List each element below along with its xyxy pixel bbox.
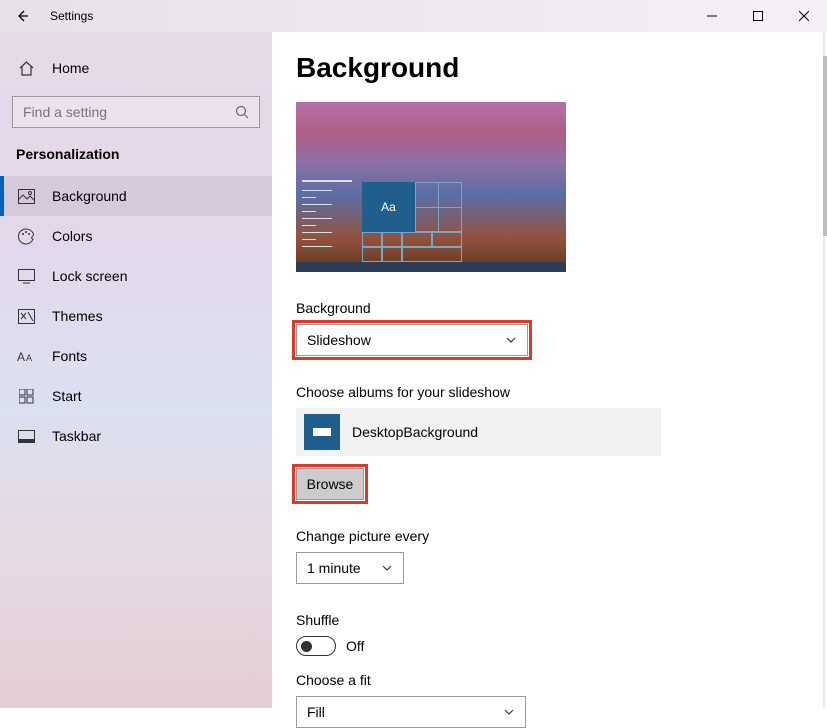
browse-button[interactable]: Browse <box>296 468 364 500</box>
sidebar-item-label: Fonts <box>52 348 87 364</box>
change-picture-value: 1 minute <box>307 560 361 576</box>
maximize-icon <box>753 11 763 21</box>
palette-icon <box>16 226 36 246</box>
album-name: DesktopBackground <box>352 424 478 440</box>
back-arrow-icon <box>15 9 29 23</box>
picture-icon <box>16 186 36 206</box>
back-button[interactable] <box>0 0 44 32</box>
sidebar-item-fonts[interactable]: AA Fonts <box>0 336 272 376</box>
themes-icon <box>16 306 36 326</box>
sidebar-item-label: Lock screen <box>52 268 127 284</box>
background-dropdown-label: Background <box>296 300 803 316</box>
chevron-down-icon <box>505 334 517 346</box>
minimize-button[interactable] <box>689 0 735 32</box>
lockscreen-icon <box>16 266 36 286</box>
sidebar-home[interactable]: Home <box>0 48 272 88</box>
sidebar-section-label: Personalization <box>0 146 272 176</box>
taskbar-icon <box>16 426 36 446</box>
background-preview: Aa <box>296 102 566 272</box>
sidebar-item-colors[interactable]: Colors <box>0 216 272 256</box>
page-title: Background <box>296 52 803 84</box>
album-item[interactable]: DesktopBackground <box>296 408 661 456</box>
maximize-button[interactable] <box>735 0 781 32</box>
shuffle-toggle[interactable] <box>296 636 336 656</box>
sidebar-item-lockscreen[interactable]: Lock screen <box>0 256 272 296</box>
sidebar-item-themes[interactable]: Themes <box>0 296 272 336</box>
sidebar-item-label: Start <box>52 388 82 404</box>
search-input[interactable] <box>23 104 235 120</box>
fit-dropdown[interactable]: Fill <box>296 696 526 728</box>
start-icon <box>16 386 36 406</box>
sidebar-home-label: Home <box>52 60 89 76</box>
search-box[interactable] <box>12 96 260 128</box>
search-icon <box>235 105 249 119</box>
scrollbar-thumb[interactable] <box>823 56 827 236</box>
sidebar-item-label: Themes <box>52 308 103 324</box>
minimize-icon <box>707 11 717 21</box>
fit-value: Fill <box>307 704 325 720</box>
fit-label: Choose a fit <box>296 672 803 688</box>
preview-tile-text: Aa <box>362 182 415 232</box>
window-title: Settings <box>50 9 93 23</box>
close-button[interactable] <box>781 0 827 32</box>
svg-text:A: A <box>17 350 25 363</box>
change-picture-label: Change picture every <box>296 528 803 544</box>
chevron-down-icon <box>381 562 393 574</box>
background-dropdown[interactable]: Slideshow <box>296 324 528 356</box>
sidebar-item-start[interactable]: Start <box>0 376 272 416</box>
shuffle-state: Off <box>346 638 364 654</box>
titlebar: Settings <box>0 0 827 32</box>
sidebar-item-label: Colors <box>52 228 92 244</box>
shuffle-label: Shuffle <box>296 612 803 628</box>
home-icon <box>16 58 36 78</box>
sidebar-item-label: Taskbar <box>52 428 101 444</box>
folder-icon <box>304 414 340 450</box>
fonts-icon: AA <box>16 346 36 366</box>
svg-text:A: A <box>26 353 32 363</box>
close-icon <box>799 11 809 21</box>
albums-label: Choose albums for your slideshow <box>296 384 803 400</box>
change-picture-dropdown[interactable]: 1 minute <box>296 552 404 584</box>
main-content: Background Aa <box>272 32 827 708</box>
sidebar-item-taskbar[interactable]: Taskbar <box>0 416 272 456</box>
background-dropdown-value: Slideshow <box>307 332 371 348</box>
sidebar: Home Personalization Background Colors L… <box>0 32 272 708</box>
sidebar-item-label: Background <box>52 188 127 204</box>
sidebar-item-background[interactable]: Background <box>0 176 272 216</box>
